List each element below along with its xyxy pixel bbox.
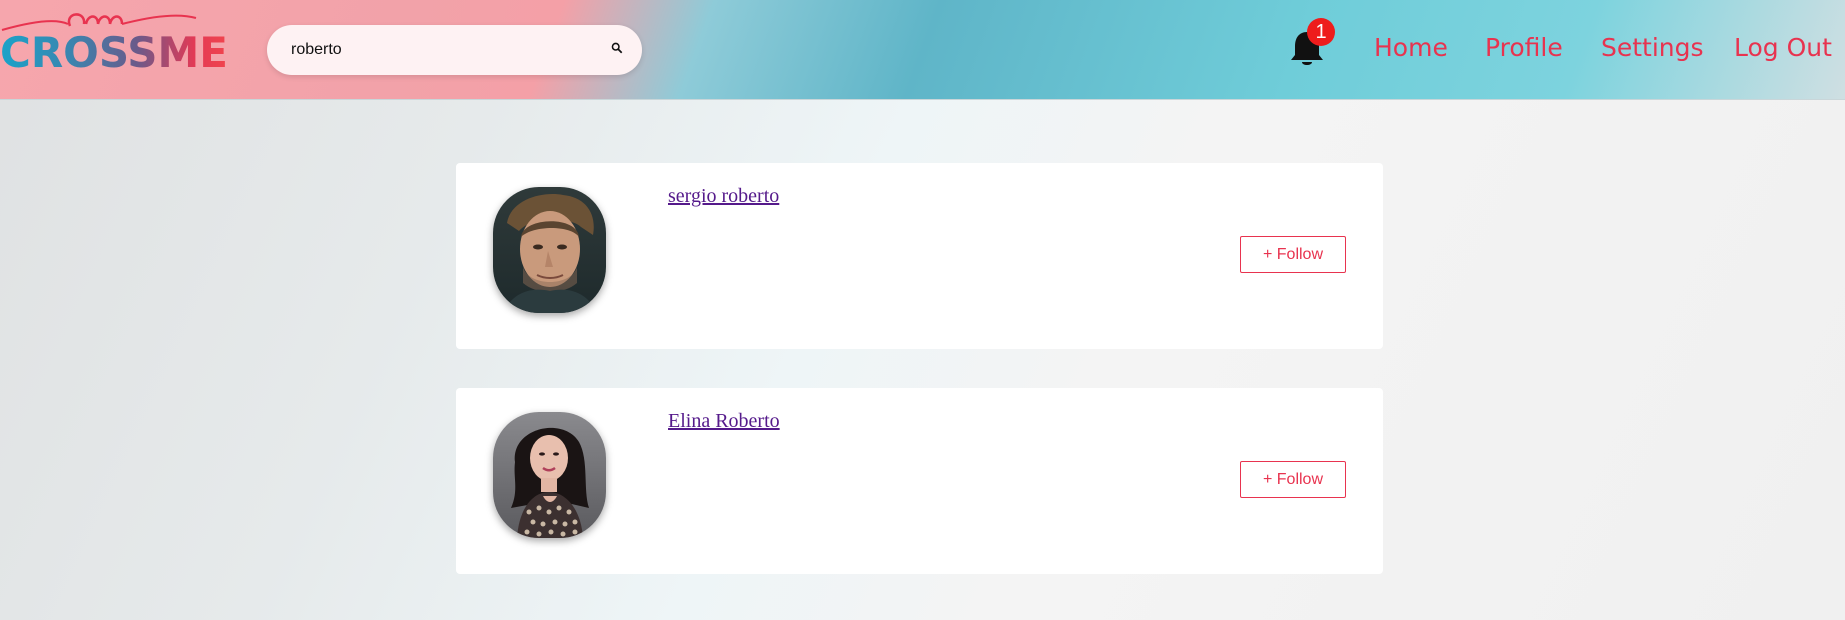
top-header: CROSSME 1 Home Profile Settings Log Out — [0, 0, 1845, 100]
logo-wordmark: CROSSME — [0, 28, 228, 77]
nav-settings-link[interactable]: Settings — [1601, 30, 1704, 66]
avatar[interactable] — [493, 187, 606, 313]
crossme-logo[interactable]: CROSSME — [0, 4, 228, 76]
nav-profile-link[interactable]: Profile — [1485, 30, 1563, 66]
search-bar[interactable] — [267, 25, 642, 75]
search-input[interactable] — [291, 37, 591, 63]
user-result-card: Elina Roberto + Follow — [456, 388, 1383, 574]
nav-logout-link[interactable]: Log Out — [1734, 30, 1832, 66]
follow-button[interactable]: + Follow — [1240, 236, 1346, 273]
user-result-card: sergio roberto + Follow — [456, 163, 1383, 349]
user-profile-link[interactable]: sergio roberto — [668, 185, 779, 208]
notification-badge: 1 — [1307, 18, 1335, 46]
user-profile-link[interactable]: Elina Roberto — [668, 410, 780, 433]
follow-button[interactable]: + Follow — [1240, 461, 1346, 498]
avatar-photo-woman — [493, 412, 606, 538]
avatar-photo-man — [493, 187, 606, 313]
nav-home-link[interactable]: Home — [1374, 30, 1448, 66]
avatar[interactable] — [493, 412, 606, 538]
search-icon[interactable] — [611, 42, 623, 54]
